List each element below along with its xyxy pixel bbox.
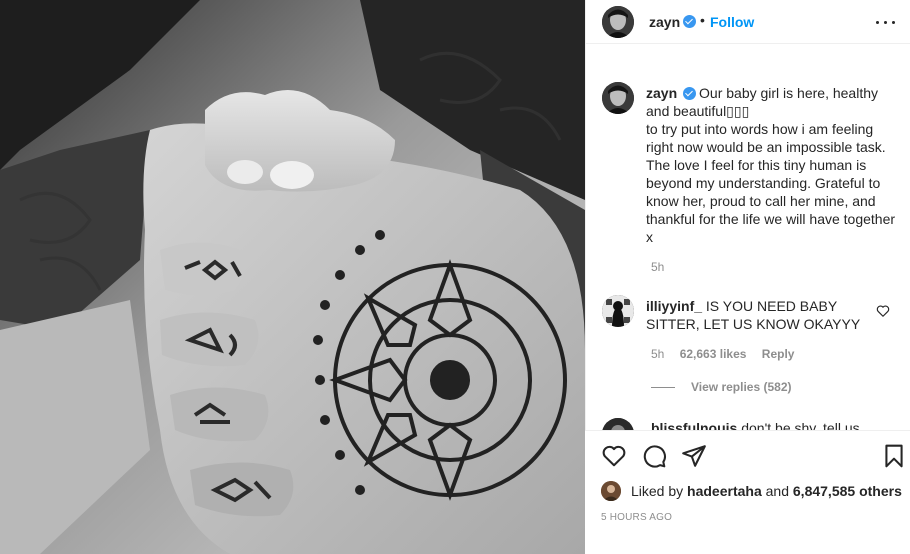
comment-icon[interactable] [641, 443, 667, 469]
comment-username[interactable]: blissfulnouis [651, 420, 737, 430]
photo-hands-illustration [0, 0, 585, 554]
post-photo[interactable] [0, 0, 585, 554]
liked-by-label: Liked by [631, 483, 684, 499]
header-username[interactable]: zayn [649, 14, 680, 30]
reply-button[interactable]: Reply [762, 347, 795, 361]
liker-username[interactable]: hadeertaha [687, 483, 762, 499]
liker-avatar[interactable] [601, 481, 621, 501]
more-options-icon[interactable] [874, 12, 898, 32]
bookmark-icon[interactable] [881, 443, 907, 469]
paper-plane-icon[interactable] [681, 443, 707, 469]
comment-text: don't be shy, tell us [741, 420, 860, 430]
post-header: zayn • Follow [586, 0, 910, 44]
avatar-photo-icon [602, 418, 634, 430]
comment-like-heart-icon[interactable] [876, 304, 890, 318]
comment-likes-count[interactable]: 62,663 likes [680, 347, 747, 361]
likes-others-count[interactable]: 6,847,585 others [793, 483, 902, 499]
caption-timestamp[interactable]: 5h [651, 260, 664, 274]
comment-text-block: blissfulnouis don't be shy, tell us [651, 420, 860, 430]
caption-text: Our baby girl is here, healthy and beaut… [646, 85, 896, 245]
avatar-face-icon [602, 6, 634, 38]
replies-line [651, 387, 675, 389]
follow-button[interactable]: Follow [710, 14, 754, 30]
likes-and-label: and [765, 483, 789, 499]
avatar-face-icon [602, 82, 634, 114]
comment-timestamp[interactable]: 5h [651, 347, 664, 361]
separator-dot: • [700, 12, 705, 28]
comment-avatar[interactable] [602, 295, 634, 327]
post-timestamp[interactable]: 5 HOURS AGO [601, 512, 672, 523]
caption-avatar[interactable] [602, 82, 634, 114]
heart-icon[interactable] [601, 443, 627, 469]
caption-text-block: zayn Our baby girl is here, healthy and … [646, 84, 901, 246]
verified-badge-icon [683, 87, 697, 100]
view-replies-label: View replies (582) [691, 380, 792, 394]
comment-text-block: illiyyinf_ IS YOU NEED BABY SITTER, LET … [646, 297, 861, 333]
avatar-pattern-icon [602, 295, 634, 327]
comment-avatar[interactable] [602, 418, 634, 430]
comment-meta: 5h 62,663 likes Reply [651, 347, 806, 361]
comment: blissfulnouis don't be shy, tell us [602, 418, 910, 430]
liker-avatar-icon [601, 481, 621, 501]
caption-username[interactable]: zayn [646, 85, 677, 101]
verified-badge-icon [683, 15, 696, 28]
avatar[interactable] [602, 6, 634, 38]
comment-username[interactable]: illiyyinf_ [646, 298, 702, 314]
view-replies-button[interactable]: View replies (582) [651, 380, 792, 394]
post-actions: Liked by hadeertaha and 6,847,585 others… [585, 430, 910, 554]
